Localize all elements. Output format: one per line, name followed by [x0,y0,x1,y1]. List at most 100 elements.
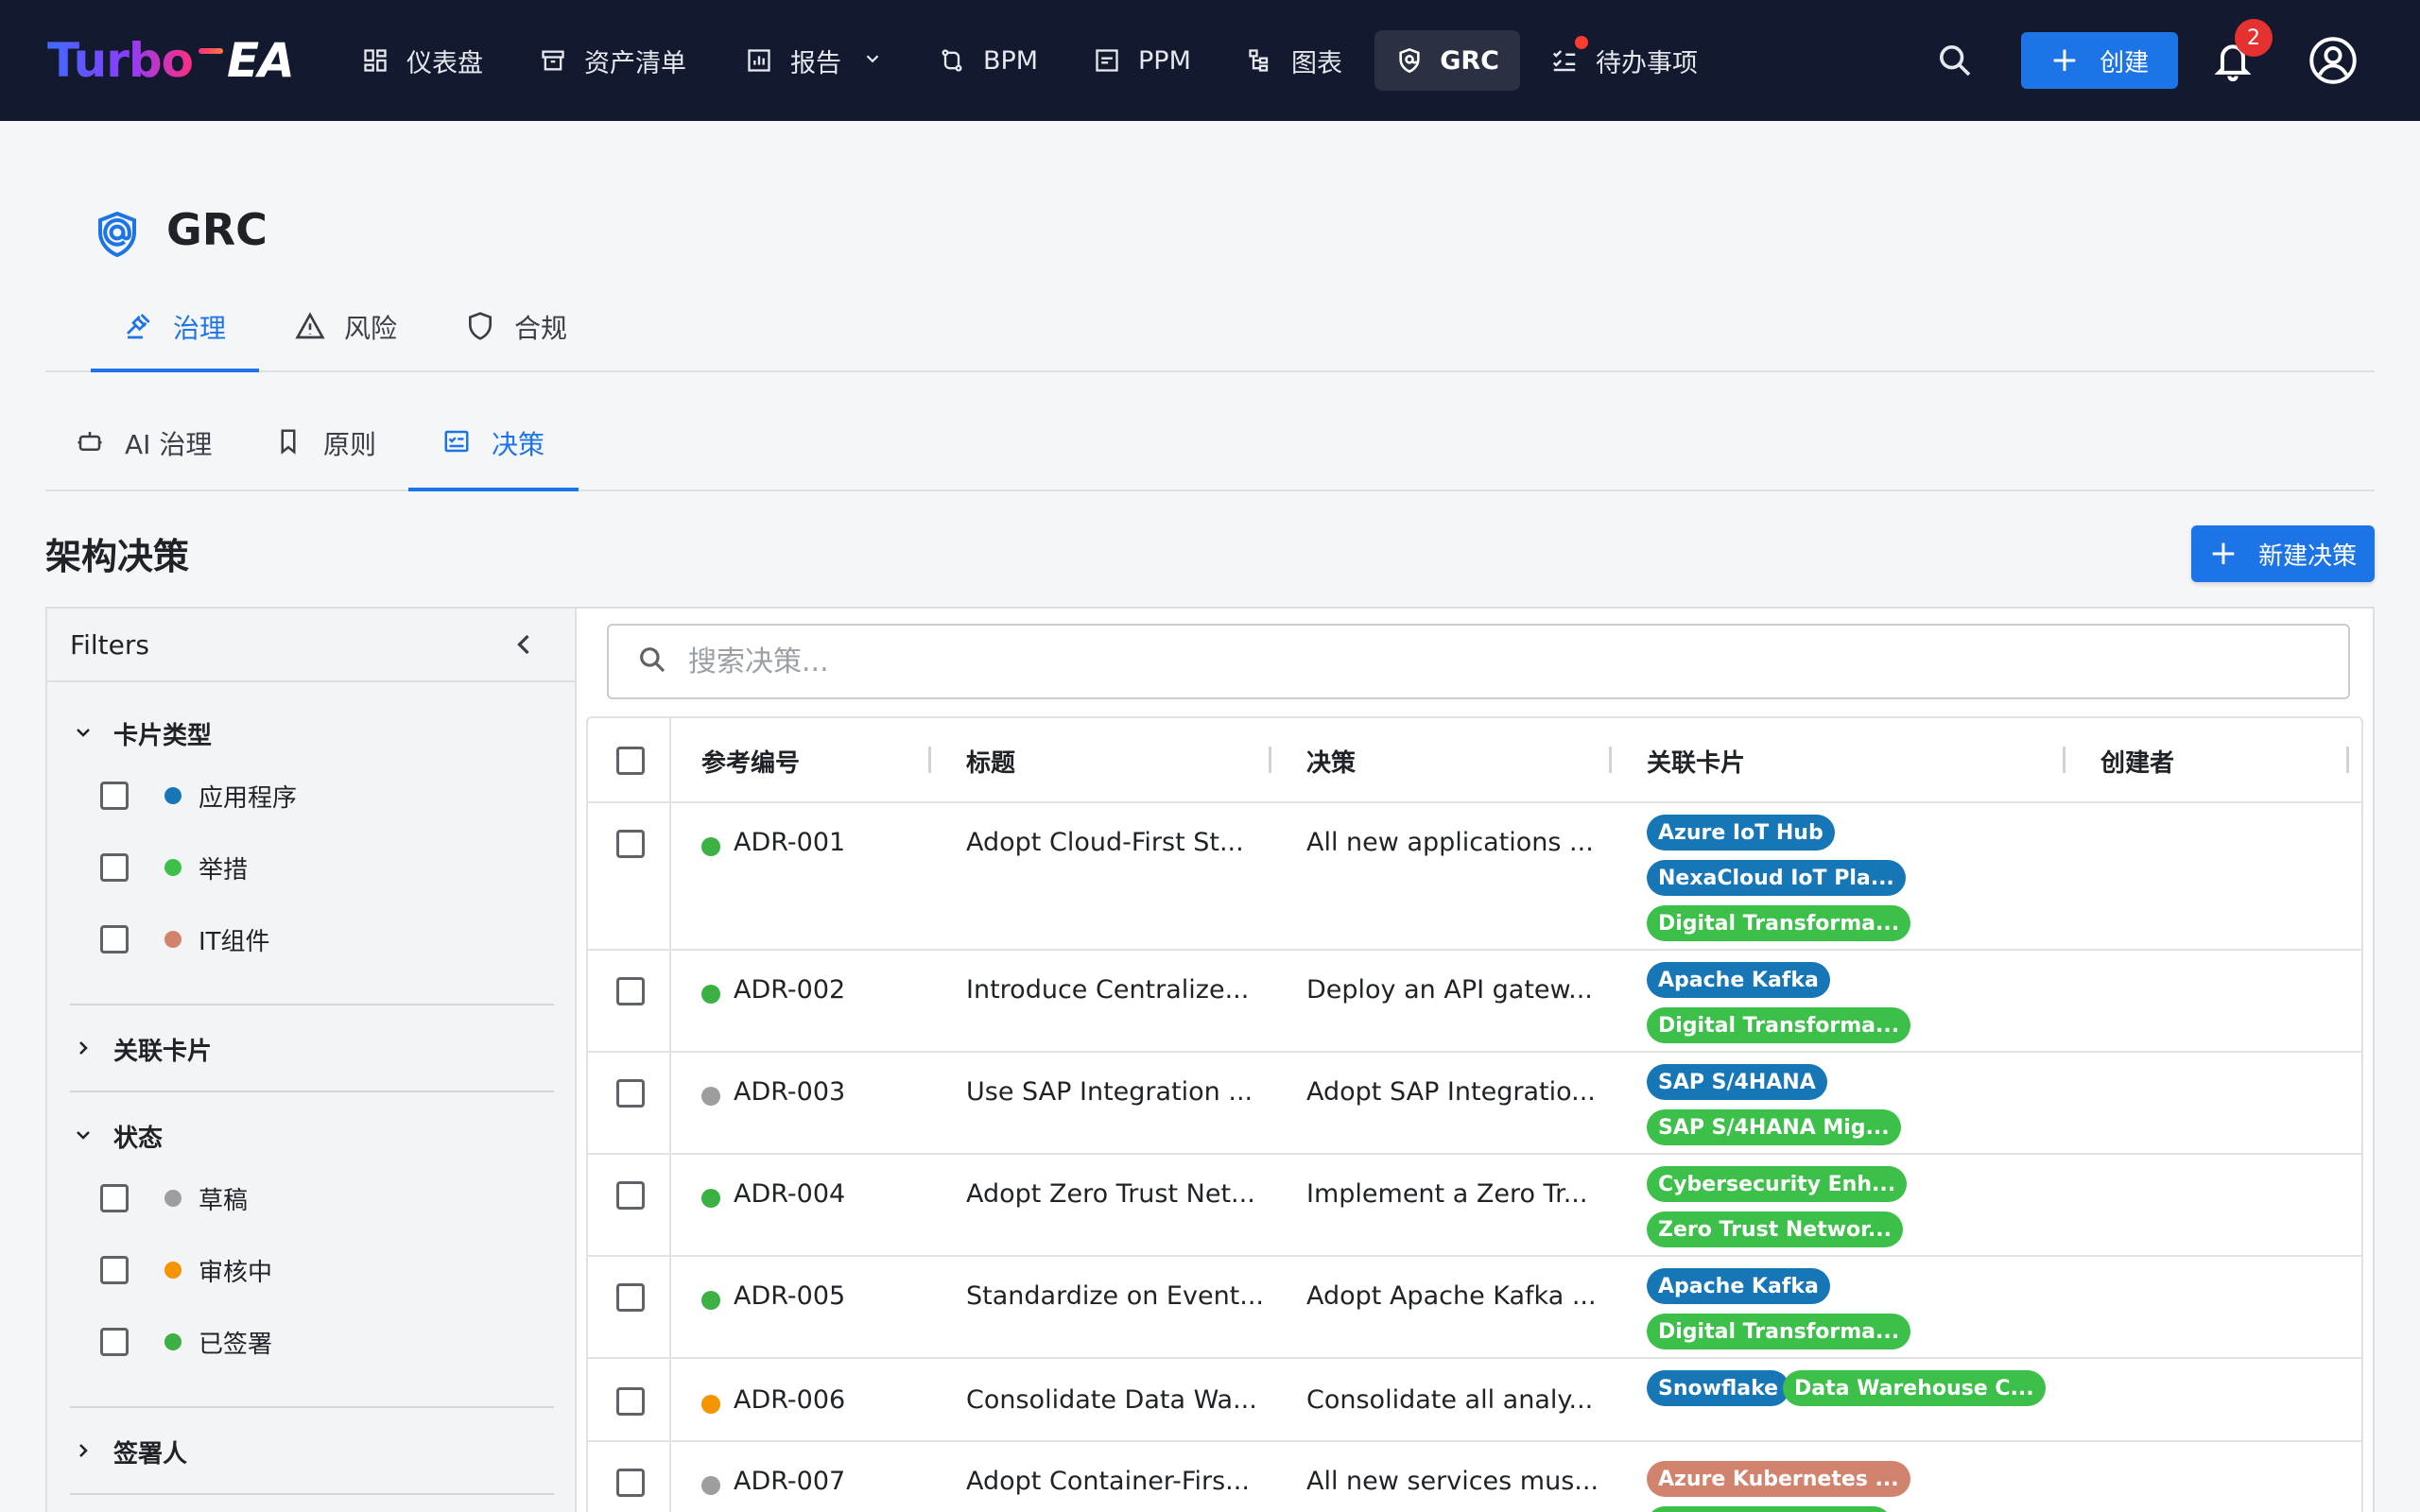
select-all-checkbox[interactable] [616,747,645,775]
dashboard-icon [361,46,389,75]
decisions-content: 参考编号 标题 决策 关联卡片 创建者 ADR-001 Adopt Cloud-F… [577,609,2373,1512]
chevron-left-icon[interactable] [507,627,541,662]
nav-diagrams[interactable]: 图表 [1225,30,1363,91]
column-header-ref[interactable]: 参考编号 [701,718,800,803]
title-cell[interactable]: Adopt Cloud-First St... [966,828,1244,857]
row-checkbox[interactable] [616,1283,645,1312]
filter-option-draft[interactable]: 草稿 [100,1179,248,1217]
linked-card-chip[interactable]: Data Warehouse C... [1783,1370,2046,1406]
linked-card-chip[interactable]: Digital Transforma... [1647,905,1911,941]
linked-card-chip[interactable]: NexaCloud IoT Pla... [1647,860,1906,896]
title-cell[interactable]: Consolidate Data Wa... [966,1385,1257,1415]
nav-grc[interactable]: GRC [1374,30,1520,91]
user-avatar-icon[interactable] [2308,36,2358,85]
linked-card-chip[interactable]: Digital Transforma... [1647,1314,1911,1349]
title-cell[interactable]: Standardize on Event... [966,1281,1264,1311]
title-cell[interactable]: Adopt Zero Trust Net... [966,1179,1255,1209]
status-dot [701,1087,720,1106]
linked-card-chip[interactable]: Apache Kafka [1647,962,1830,998]
row-checkbox[interactable] [616,1469,645,1497]
plus-icon: + [2049,41,2080,79]
linked-card-chip[interactable]: Snowflake [1647,1370,1790,1406]
search-icon[interactable] [1936,42,1974,79]
turbo-ea-logo[interactable]: Turbo EA [47,28,295,93]
subtab-ai-governance[interactable]: AI 治理 [76,397,212,490]
checkbox[interactable] [100,1328,129,1356]
linked-card-chip[interactable]: Azure IoT Hub [1647,815,1835,850]
linked-card-chip[interactable]: Cybersecurity Enh... [1647,1166,1908,1202]
search-input[interactable] [688,644,2295,679]
filter-option-in-review[interactable]: 审核中 [100,1251,272,1289]
filter-option-signed[interactable]: 已签署 [100,1323,272,1361]
linked-card-chip[interactable]: Digital Transforma... [1647,1007,1911,1043]
filter-group-signers[interactable]: 签署人 [72,1433,187,1470]
column-resize-handle[interactable] [2346,747,2349,773]
checkbox[interactable] [100,925,129,954]
table-row[interactable]: ADR-003 Use SAP Integration ... Adopt SAP … [588,1053,2361,1155]
tab-risk[interactable]: 风险 [295,284,397,370]
nav-inventory[interactable]: 资产清单 [518,30,707,91]
filter-group-card-type[interactable]: 卡片类型 [72,714,212,752]
decision-cell: Deploy an API gatew... [1306,975,1593,1005]
chevron-right-icon [72,1037,96,1061]
linked-card-chip[interactable]: DevOps Pipeline ... [1647,1506,1893,1512]
create-button[interactable]: + 创建 [2021,32,2178,89]
table-row[interactable]: ADR-005 Standardize on Event... Adopt Apac… [588,1257,2361,1359]
column-header-creator[interactable]: 创建者 [2100,718,2174,803]
tab-compliance[interactable]: 合规 [465,284,567,370]
filter-group-status[interactable]: 状态 [72,1117,163,1155]
checkbox[interactable] [100,1184,129,1212]
table-row[interactable]: ADR-004 Adopt Zero Trust Net... Implement … [588,1155,2361,1257]
linked-card-chip[interactable]: Apache Kafka [1647,1268,1830,1304]
checkbox[interactable] [100,782,129,810]
nav-dashboard[interactable]: 仪表盘 [340,30,504,91]
table-row[interactable]: ADR-001 Adopt Cloud-First St... All new ap… [588,803,2361,951]
row-checkbox[interactable] [616,1079,645,1108]
row-checkbox[interactable] [616,1181,645,1210]
grc-shield-icon [1395,46,1423,75]
column-resize-handle[interactable] [1269,747,1271,773]
linked-card-chip[interactable]: Zero Trust Networ... [1647,1211,1903,1247]
tab-governance[interactable]: 治理 [91,284,259,372]
filter-group-linked-cards[interactable]: 关联卡片 [72,1030,212,1068]
table-row[interactable]: ADR-007 Adopt Container-Firs... All new se… [588,1442,2361,1512]
nav-ppm[interactable]: PPM [1072,30,1212,91]
ref-cell: ADR-006 [734,1385,846,1415]
column-header-linked-cards[interactable]: 关联卡片 [1647,718,1745,803]
filters-sidebar: Filters 卡片类型 应用程序 举措 IT组件 关联卡片 状态 草稿 审核中… [47,609,577,1512]
row-checkbox[interactable] [616,977,645,1005]
subtab-decisions[interactable]: 决策 [408,397,579,491]
column-resize-handle[interactable] [1609,747,1612,773]
row-checkbox[interactable] [616,830,645,858]
filter-option-initiative[interactable]: 举措 [100,849,248,886]
column-resize-handle[interactable] [2063,747,2066,773]
status-dot [701,1476,720,1495]
divider [70,1004,554,1005]
new-decision-button[interactable]: + 新建决策 [2191,525,2375,582]
nav-reports[interactable]: 报告 [724,30,904,91]
linked-card-chip[interactable]: SAP S/4HANA Mig... [1647,1109,1901,1145]
search-box[interactable] [607,624,2350,699]
table-row[interactable]: ADR-002 Introduce Centralize... Deploy an … [588,951,2361,1053]
title-cell[interactable]: Use SAP Integration ... [966,1077,1253,1107]
linked-card-chip[interactable]: Azure Kubernetes ... [1647,1461,1910,1497]
subtab-principles[interactable]: 原则 [274,397,376,490]
table-row[interactable]: ADR-006 Consolidate Data Wa... Consolidate… [588,1359,2361,1442]
linked-card-chip[interactable]: SAP S/4HANA [1647,1064,1827,1100]
filter-option-it-component[interactable]: IT组件 [100,920,270,958]
checkbox[interactable] [100,853,129,882]
bookmark-icon [274,427,306,459]
row-checkbox[interactable] [616,1387,645,1416]
filter-option-application[interactable]: 应用程序 [100,777,297,815]
nav-bpm[interactable]: BPM [917,30,1059,91]
nav-todos[interactable]: 待办事项 [1530,30,1719,91]
column-header-title[interactable]: 标题 [966,718,1015,803]
title-cell[interactable]: Adopt Container-Firs... [966,1467,1250,1496]
title-cell[interactable]: Introduce Centralize... [966,975,1249,1005]
column-resize-handle[interactable] [928,747,931,773]
checkbox[interactable] [100,1256,129,1284]
decisions-panel: Filters 卡片类型 应用程序 举措 IT组件 关联卡片 状态 草稿 审核中… [45,607,2375,1512]
color-dot [164,1333,182,1350]
column-header-decision[interactable]: 决策 [1306,718,1356,803]
color-dot [164,1262,182,1279]
